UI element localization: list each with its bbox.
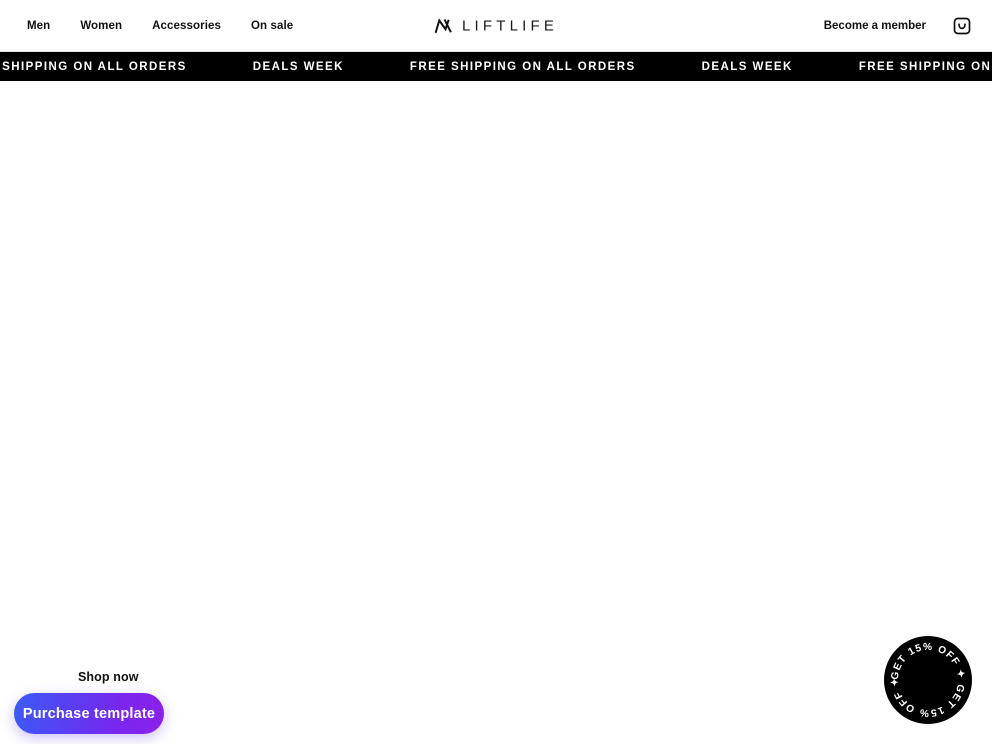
- get-15-percent-off-badge[interactable]: GET 15% OFF ✦ GET 15% OFF ✦: [884, 636, 972, 724]
- header-actions: Become a member: [824, 0, 972, 51]
- marquee-item: DEALS WEEK: [252, 60, 344, 73]
- page-root: Men Women Accessories On sale LIFTLIFE B…: [0, 0, 992, 744]
- site-logo[interactable]: LIFTLIFE: [434, 17, 558, 34]
- logo-wordmark: LIFTLIFE: [461, 17, 559, 34]
- shopping-bag-icon[interactable]: [952, 16, 972, 36]
- site-header: Men Women Accessories On sale LIFTLIFE B…: [0, 0, 992, 52]
- nav-item-on-sale[interactable]: On sale: [251, 20, 293, 32]
- nav-item-women[interactable]: Women: [80, 20, 122, 32]
- zigzag-n-logo-icon: [434, 17, 452, 33]
- purchase-template-button[interactable]: Purchase template: [14, 693, 164, 734]
- shop-now-link[interactable]: Shop now: [78, 670, 139, 684]
- marquee-item: FREE SHIPPING ON ALL ORDERS: [409, 60, 636, 73]
- marquee-item: DEALS WEEK: [701, 60, 793, 73]
- marquee-item: FREE SHIPPING ON ALL ORDERS: [0, 60, 187, 73]
- nav-item-men[interactable]: Men: [27, 20, 50, 32]
- main-navigation: Men Women Accessories On sale: [27, 0, 293, 51]
- marquee-track: FREE SHIPPING ON ALL ORDERS DEALS WEEK F…: [0, 61, 992, 73]
- marquee-item: FREE SHIPPING ON ALL ORDERS: [858, 60, 992, 73]
- hero-section: Shop now: [0, 81, 992, 744]
- badge-text: GET 15% OFF ✦ GET 15% OFF ✦: [890, 642, 967, 718]
- become-a-member-link[interactable]: Become a member: [824, 20, 926, 32]
- nav-item-accessories[interactable]: Accessories: [152, 20, 221, 32]
- badge-circular-text: GET 15% OFF ✦ GET 15% OFF ✦: [890, 642, 967, 718]
- promo-marquee: FREE SHIPPING ON ALL ORDERS DEALS WEEK F…: [0, 52, 992, 81]
